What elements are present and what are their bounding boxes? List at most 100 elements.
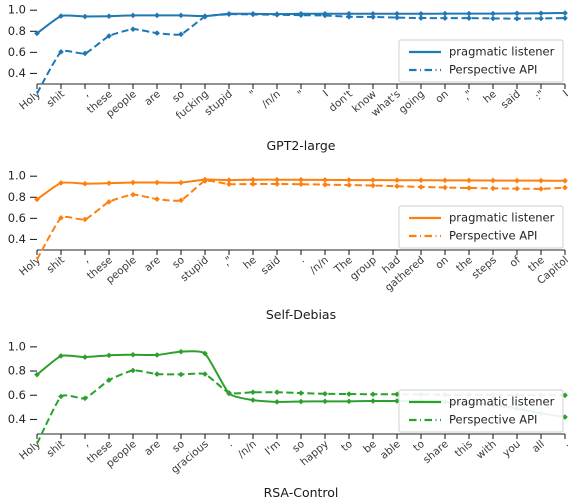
data-point-marker bbox=[562, 177, 568, 184]
data-point-marker bbox=[130, 26, 136, 33]
legend-label: pragmatic listener bbox=[449, 45, 555, 59]
data-point-marker bbox=[154, 352, 160, 358]
x-tick-label: /n/n bbox=[308, 254, 331, 276]
data-point-marker bbox=[154, 371, 160, 377]
x-tick-label: share bbox=[421, 438, 451, 466]
data-point-marker bbox=[154, 12, 160, 19]
data-point-marker bbox=[418, 184, 424, 190]
data-point-marker bbox=[514, 10, 520, 17]
data-point-marker bbox=[82, 180, 88, 187]
data-point-marker bbox=[466, 177, 472, 184]
data-point-marker bbox=[178, 12, 184, 19]
data-point-marker bbox=[274, 389, 280, 396]
data-point-marker bbox=[466, 10, 472, 17]
data-point-marker bbox=[154, 30, 160, 36]
data-point-marker bbox=[490, 177, 496, 184]
data-point-marker bbox=[274, 399, 280, 405]
data-point-marker bbox=[562, 184, 568, 191]
x-tick-label: /n/n bbox=[236, 438, 259, 460]
x-tick-label: . bbox=[561, 438, 571, 449]
panel-title: GPT2-large bbox=[266, 138, 335, 153]
x-tick-label: going bbox=[397, 88, 427, 116]
data-point-marker bbox=[250, 181, 256, 187]
data-point-marker bbox=[370, 177, 376, 183]
data-point-marker bbox=[178, 371, 184, 378]
data-point-marker bbox=[490, 10, 496, 17]
x-tick-label: stupid bbox=[178, 254, 211, 284]
data-point-marker bbox=[562, 15, 568, 21]
data-point-marker bbox=[178, 31, 184, 38]
y-tick-label: 0.6 bbox=[8, 211, 26, 225]
y-tick-label: 1.0 bbox=[8, 3, 26, 17]
data-point-marker bbox=[106, 352, 112, 359]
data-point-marker bbox=[130, 12, 136, 19]
data-point-marker bbox=[106, 180, 112, 186]
x-tick-label: so bbox=[170, 88, 187, 105]
x-tick-label: with bbox=[474, 438, 499, 462]
data-point-marker bbox=[226, 181, 232, 187]
x-tick-label: I'm bbox=[263, 438, 283, 458]
data-point-marker bbox=[322, 181, 328, 188]
x-tick-label: group bbox=[348, 254, 379, 283]
data-point-marker bbox=[178, 179, 184, 186]
data-point-marker bbox=[130, 351, 136, 358]
x-tick-label: . bbox=[225, 438, 235, 449]
data-point-marker bbox=[442, 15, 448, 21]
x-tick-label: to bbox=[411, 438, 427, 454]
panel-title: RSA-Control bbox=[264, 485, 339, 500]
y-tick-label: 0.4 bbox=[8, 66, 26, 80]
data-point-marker bbox=[322, 177, 328, 183]
data-point-marker bbox=[346, 182, 352, 188]
chart-panel-rsa-control: 0.4 0.6 0.8 1.0 Holy shit, these people are so gra… bbox=[0, 334, 574, 502]
data-point-marker bbox=[370, 182, 376, 189]
data-point-marker bbox=[202, 371, 208, 377]
x-tick-label: you bbox=[500, 438, 522, 460]
data-point-marker bbox=[442, 177, 448, 184]
data-point-marker bbox=[490, 15, 496, 22]
legend-label: Perspective API bbox=[449, 413, 537, 427]
legend-label: pragmatic listener bbox=[449, 211, 555, 225]
data-point-marker bbox=[418, 177, 424, 184]
data-point-marker bbox=[298, 398, 304, 405]
data-point-marker bbox=[466, 15, 472, 21]
data-point-marker bbox=[298, 390, 304, 396]
data-point-marker bbox=[514, 177, 520, 184]
data-point-marker bbox=[298, 181, 304, 188]
x-tick-label: so bbox=[170, 254, 187, 271]
x-tick-label: Holy bbox=[17, 438, 43, 462]
data-point-marker bbox=[442, 184, 448, 191]
data-point-marker bbox=[130, 367, 136, 374]
data-point-marker bbox=[394, 177, 400, 184]
x-tick-label: :" bbox=[533, 88, 547, 103]
x-tick-label: don't bbox=[327, 88, 355, 114]
y-tick-label: 1.0 bbox=[8, 169, 26, 183]
data-point-marker bbox=[250, 397, 256, 403]
y-tick-label: 0.8 bbox=[8, 364, 26, 378]
data-point-marker bbox=[226, 11, 232, 18]
x-tick-label: shit bbox=[45, 88, 67, 110]
x-tick-label: are bbox=[142, 88, 163, 108]
x-tick-label: are bbox=[142, 438, 163, 458]
y-tick-label: 0.4 bbox=[8, 232, 26, 246]
data-point-marker bbox=[418, 15, 424, 21]
x-tick-label: , bbox=[81, 88, 91, 99]
y-tick-label: 0.4 bbox=[8, 412, 26, 426]
y-tick-label: 1.0 bbox=[8, 339, 26, 353]
data-point-marker bbox=[130, 179, 136, 186]
data-point-marker bbox=[538, 15, 544, 22]
x-tick-label: he bbox=[481, 88, 499, 106]
chart-svg: 0.40.60.81.0Holy shit ,thesepeople are sogra… bbox=[8, 339, 571, 500]
data-point-marker bbox=[514, 185, 520, 192]
legend-label: pragmatic listener bbox=[449, 395, 555, 409]
data-point-marker bbox=[82, 354, 88, 360]
x-tick-label: " bbox=[296, 88, 307, 100]
y-tick-label: 0.6 bbox=[8, 45, 26, 59]
chart-panel-gpt2-large: 0.4 0.6 0.8 1.0 Holy shit, these people are so fuc… bbox=[0, 0, 574, 155]
data-point-marker bbox=[154, 179, 160, 186]
data-point-marker bbox=[466, 185, 472, 191]
x-tick-label: ," bbox=[461, 88, 475, 102]
data-point-marker bbox=[274, 181, 280, 187]
data-point-marker bbox=[322, 390, 328, 397]
y-tick-label: 0.6 bbox=[8, 388, 26, 402]
x-tick-label: ," bbox=[221, 254, 235, 268]
